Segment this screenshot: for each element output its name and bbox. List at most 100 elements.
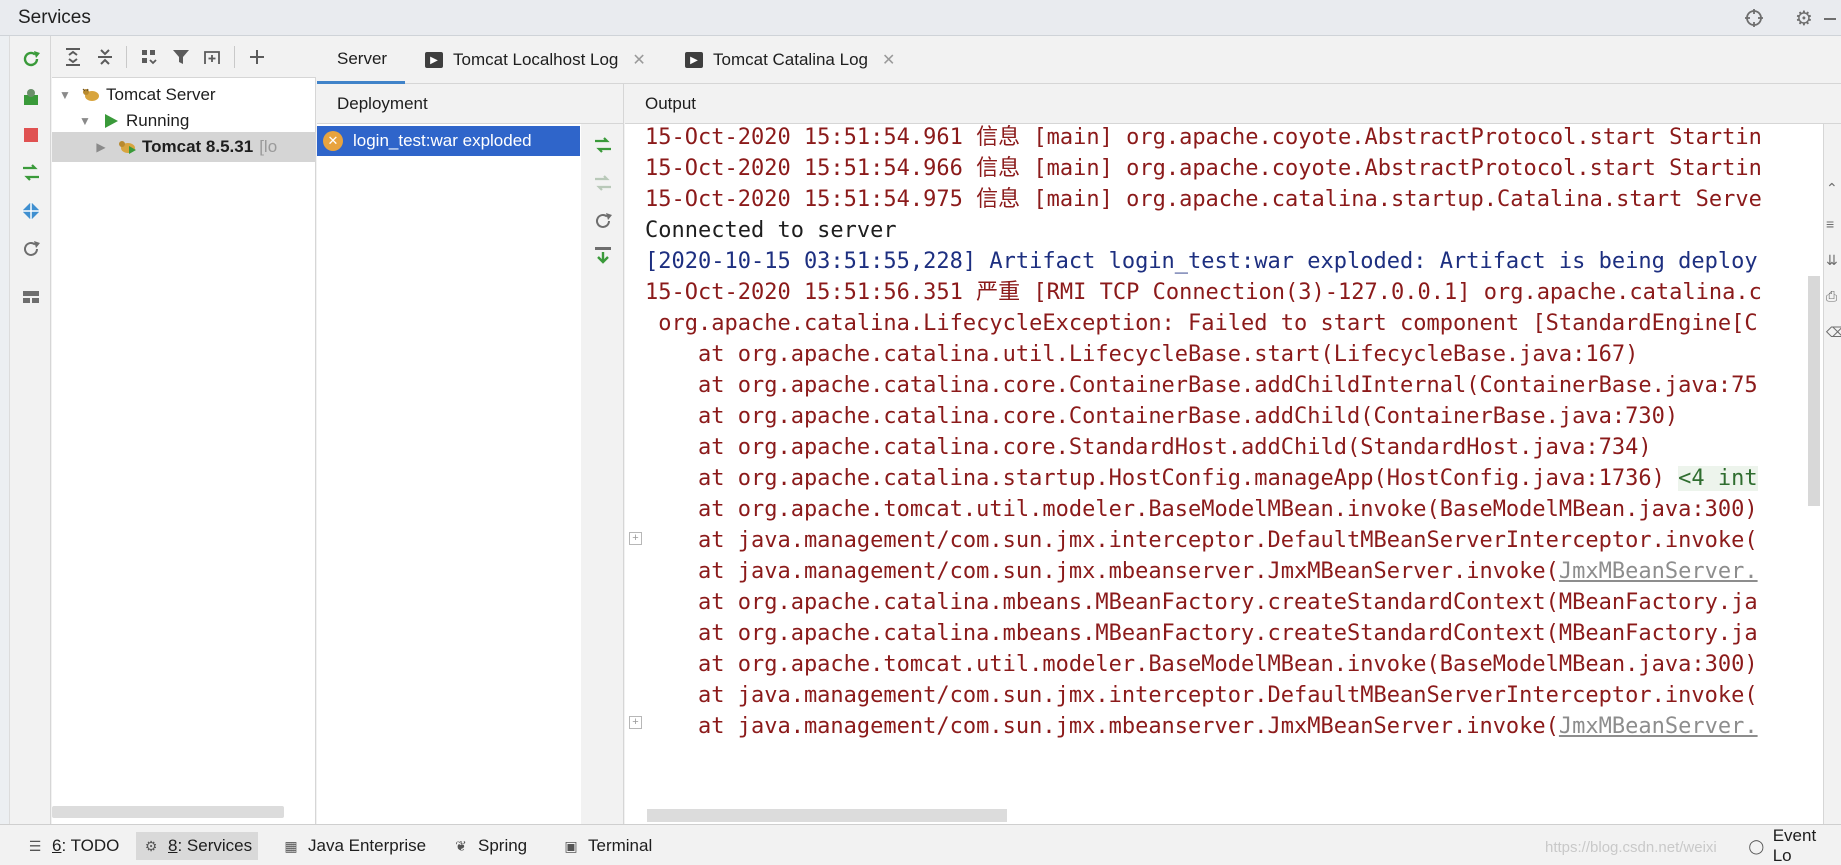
console-icon: ▶ [425, 52, 443, 68]
spring-leaf-icon: ❦ [455, 837, 467, 854]
print-icon[interactable]: ⎙ [1826, 288, 1837, 305]
source-link[interactable]: JmxMBeanServer. [1559, 559, 1758, 584]
status-bar: ☰ 6 : TODO ⚙ 8 : Services ▦ Java Enterpr… [0, 824, 1841, 865]
output-console[interactable]: + + 15-Oct-2020 15:51:54.961 信息 [main] o… [625, 124, 1841, 824]
collapse-arrow-icon[interactable]: ▼ [58, 88, 72, 102]
todo-shortcut: 6 [52, 836, 62, 855]
tab-tomcat-catalina-log[interactable]: ▶ Tomcat Catalina Log ✕ [685, 36, 895, 84]
folded-frames-hint[interactable]: <4 int [1678, 466, 1758, 491]
services-shortcut: 8 [168, 836, 178, 855]
close-icon[interactable]: ✕ [882, 50, 895, 70]
tab-label: Tomcat Catalina Log [713, 50, 868, 69]
terminal-tool-button[interactable]: ▣ Terminal [556, 832, 658, 860]
expand-arrow-icon[interactable]: ▶ [94, 140, 108, 154]
scroll-to-end-icon[interactable]: ⇊ [1826, 252, 1838, 269]
collapse-all-icon[interactable] [92, 44, 118, 70]
title-bar: Services ⚙ [0, 0, 1841, 36]
output-vertical-scrollbar[interactable] [1808, 276, 1820, 506]
log-text: at java.management/com.sun.jmx.mbeanserv… [645, 559, 1559, 584]
log-text: at org.apache.catalina.startup.HostConfi… [645, 466, 1679, 491]
list-icon: ☰ [28, 837, 42, 854]
tab-server[interactable]: Server [317, 36, 405, 84]
tree-toolbar [52, 36, 316, 78]
java-enterprise-tool-button[interactable]: ▦ Java Enterprise [276, 832, 432, 860]
tab-bar: Server ▶ Tomcat Localhost Log ✕ ▶ Tomcat… [317, 36, 1841, 84]
event-log-label: Event Lo [1772, 826, 1817, 865]
tab-label: Server [337, 48, 388, 68]
scroll-up-icon[interactable]: ⌃ [1826, 180, 1838, 197]
refresh-icon[interactable] [18, 236, 44, 262]
output-gutter: + + [625, 124, 645, 824]
tab-tomcat-localhost-log[interactable]: ▶ Tomcat Localhost Log ✕ [425, 36, 646, 84]
update-icon[interactable] [590, 242, 616, 268]
tab-label: Tomcat Localhost Log [453, 50, 619, 69]
layout-icon[interactable] [18, 284, 44, 310]
redeploy-icon[interactable] [18, 160, 44, 186]
tomcat-running-icon [116, 137, 138, 157]
close-icon[interactable]: ✕ [632, 50, 645, 70]
refresh-icon[interactable] [590, 208, 616, 234]
undeploy-icon[interactable] [590, 170, 616, 196]
soft-wrap-icon[interactable]: ≡ [1826, 216, 1834, 232]
terminal-label: Terminal [588, 836, 653, 855]
output-horizontal-scrollbar[interactable] [647, 809, 1007, 822]
console-icon: ▶ [685, 52, 703, 68]
toolbar-separator [234, 46, 235, 68]
left-toolbar [10, 36, 51, 824]
window-title: Services [18, 7, 91, 28]
deploy-artifact-icon[interactable] [590, 132, 616, 158]
tree-label-suffix: [lo [259, 137, 278, 156]
log-line: at java.management/com.sun.jmx.mbeanserv… [645, 709, 1825, 745]
event-log-icon: ◯ [1748, 837, 1765, 854]
services-label: : Services [177, 836, 253, 855]
tomcat-icon [80, 85, 102, 105]
source-link[interactable]: JmxMBeanServer. [1559, 714, 1758, 739]
services-icon: ⚙ [144, 837, 158, 854]
tree-label-tomcat-server: Tomcat Server [106, 85, 216, 104]
log-text: at java.management/com.sun.jmx.mbeanserv… [645, 714, 1559, 739]
tree-node-tomcat-instance[interactable]: ▶ Tomcat 8.5.31 [lo [52, 132, 315, 162]
deployment-item[interactable]: ✕ login_test:war exploded [317, 126, 580, 156]
deployment-list: ✕ login_test:war exploded [317, 124, 581, 824]
java-enterprise-label: Java Enterprise [308, 836, 427, 855]
collapse-arrow-icon[interactable]: ▼ [78, 114, 92, 128]
tree-horizontal-scrollbar[interactable] [52, 806, 284, 818]
run-icon [100, 111, 122, 131]
deployment-toolbar [581, 124, 624, 824]
terminal-icon: ▣ [564, 837, 578, 854]
tree-label-tomcat-instance: Tomcat 8.5.31 [142, 137, 254, 156]
expand-all-icon[interactable] [60, 44, 86, 70]
filter-icon[interactable] [168, 44, 194, 70]
output-side-toolbar: ⌃ ≡ ⇊ ⎙ ⌫ [1823, 124, 1841, 824]
output-title: Output [645, 94, 697, 113]
stop-icon[interactable] [18, 122, 44, 148]
event-log-tool-button[interactable]: ◯ Event Lo [1742, 826, 1841, 865]
minimize-icon[interactable] [1818, 6, 1841, 30]
add-icon[interactable] [244, 44, 270, 70]
java-enterprise-icon: ▦ [284, 837, 298, 854]
watermark: https://blog.csdn.net/weixi [1545, 839, 1717, 856]
fold-expand-icon[interactable]: + [629, 532, 642, 545]
new-tab-icon[interactable] [200, 44, 226, 70]
deployment-header: Deployment [317, 84, 624, 124]
tree-label-running: Running [126, 111, 190, 130]
output-header: Output [625, 84, 1841, 124]
services-tool-button[interactable]: ⚙ 8 : Services [136, 832, 259, 860]
clear-icon[interactable]: ⌫ [1826, 324, 1841, 341]
deploy-icon[interactable] [18, 84, 44, 110]
todo-tool-button[interactable]: ☰ 6 : TODO [20, 832, 125, 860]
group-icon[interactable] [136, 44, 162, 70]
gear-icon[interactable]: ⚙ [1792, 6, 1816, 30]
rerun-icon[interactable] [18, 46, 44, 72]
deployment-title: Deployment [337, 94, 428, 113]
spring-label: Spring [478, 836, 528, 855]
todo-label: : TODO [61, 836, 120, 855]
edge-strip [0, 36, 10, 824]
toolbar-separator [126, 46, 127, 68]
crosshair-icon[interactable] [1742, 6, 1766, 30]
services-icon[interactable] [18, 198, 44, 224]
services-tree: ▼ Tomcat Server ▼ Running ▶ Tomcat 8.5.3… [52, 78, 316, 824]
spring-tool-button[interactable]: ❦ Spring [446, 832, 533, 860]
deployment-item-label: login_test:war exploded [353, 131, 532, 150]
fold-expand-icon[interactable]: + [629, 716, 642, 729]
